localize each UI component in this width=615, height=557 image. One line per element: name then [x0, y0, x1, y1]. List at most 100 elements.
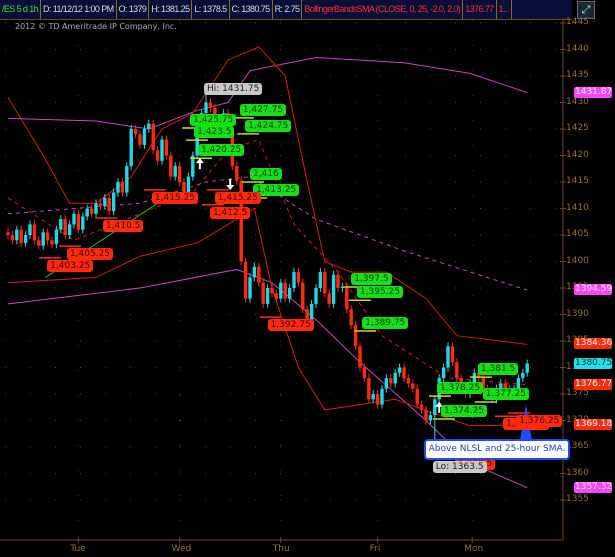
- candle-body: [521, 372, 525, 379]
- axis-value-tag: 1376.77: [574, 378, 613, 390]
- candle-body: [415, 388, 419, 405]
- y-tick-label: 1405: [566, 229, 589, 239]
- y-tick-label: 1425: [566, 123, 589, 133]
- candle-body: [349, 309, 353, 326]
- y-tick-label: 1430: [566, 96, 589, 107]
- candle-body: [129, 129, 133, 167]
- y-tick-label: 1355: [566, 494, 589, 504]
- candle-body: [450, 346, 455, 363]
- price-label: 1,420.25: [198, 144, 245, 157]
- candle-body: [428, 415, 433, 421]
- candle-body: [331, 274, 336, 304]
- y-tick-label: 1435: [566, 70, 589, 80]
- price-label: 1,410.5: [103, 219, 144, 232]
- y-tick-label: 1445: [566, 17, 589, 27]
- candle-body: [296, 272, 301, 283]
- high-label: Hi: 1431.75: [204, 83, 263, 96]
- y-tick-label: 1415: [566, 176, 589, 186]
- candle-body: [155, 150, 160, 161]
- candle-body: [41, 232, 45, 246]
- candle-body: [397, 367, 402, 373]
- candle-body: [287, 288, 292, 299]
- candle-body: [248, 277, 252, 299]
- price-label: 1,378.25: [437, 382, 484, 395]
- candle-body: [160, 139, 164, 161]
- candle-body: [67, 224, 72, 235]
- x-tick-label: Tue: [70, 544, 86, 554]
- y-tick-label: 1420: [566, 149, 589, 160]
- y-tick-label: 1410: [566, 202, 589, 213]
- price-label: 1,374.25: [440, 404, 488, 417]
- candle-body: [314, 288, 318, 304]
- annotation-callout: Above NLSL and 25-hour SMA.: [424, 439, 570, 460]
- price-label: 1,423.5: [194, 126, 235, 139]
- candle-body: [309, 303, 314, 320]
- candle-body: [120, 182, 125, 193]
- price-label: 1,415.25: [214, 191, 261, 204]
- candle-body: [235, 166, 239, 181]
- candle-body: [94, 203, 98, 214]
- candle-body: [433, 399, 437, 416]
- candle-body: [257, 266, 261, 283]
- price-label: 1,425.75: [190, 113, 237, 126]
- candle-body: [446, 346, 450, 368]
- candle-body: [441, 367, 446, 379]
- candle-body: [402, 367, 406, 379]
- candle-body: [81, 216, 85, 230]
- price-chart[interactable]: [0, 0, 615, 557]
- candle-body: [279, 282, 283, 299]
- candle-body: [23, 235, 28, 243]
- price-label: 1,403.25: [47, 259, 94, 272]
- candle-body: [252, 266, 257, 278]
- candle-body: [424, 409, 428, 421]
- arrow-down-icon: [226, 179, 235, 190]
- axis-value-tag: 1431.87: [574, 86, 613, 98]
- axis-value-tag: 1357.32: [574, 481, 613, 493]
- candle-body: [389, 378, 393, 384]
- candle-body: [37, 240, 41, 246]
- candle-body: [10, 235, 15, 241]
- candle-body: [85, 208, 89, 217]
- price-label: 1,405.25: [66, 248, 114, 261]
- candle-body: [147, 123, 151, 129]
- candle-body: [98, 203, 103, 206]
- candle-body: [116, 182, 120, 193]
- price-label: 1,376.25: [516, 415, 563, 428]
- candle-body: [45, 232, 50, 241]
- candle-body: [89, 208, 94, 214]
- x-tick-label: Mon: [464, 544, 484, 554]
- candle-body: [327, 293, 331, 304]
- candle-body: [261, 282, 265, 304]
- price-label: 1,392.75: [267, 319, 314, 332]
- candle-body: [393, 372, 397, 384]
- y-tick-label: 1440: [566, 43, 589, 54]
- candle-body: [164, 139, 169, 156]
- candle-body: [169, 155, 173, 177]
- price-label: 1,415.25: [151, 191, 198, 204]
- candle-body: [59, 219, 63, 230]
- candle-body: [28, 224, 32, 235]
- y-tick-label: 1400: [566, 255, 589, 266]
- price-label: 1,395.25: [356, 286, 403, 299]
- candle-body: [371, 394, 375, 400]
- axis-value-tag: 1369.18: [574, 418, 613, 430]
- candle-body: [125, 166, 129, 193]
- candle-body: [204, 102, 208, 114]
- candle-body: [63, 219, 67, 235]
- axis-value-tag: 1394.59: [574, 284, 613, 296]
- candle-body: [15, 229, 19, 241]
- candle-body: [358, 346, 362, 368]
- price-label: 1,427.75: [239, 103, 286, 116]
- candle-body: [380, 388, 384, 405]
- candle-body: [375, 394, 380, 405]
- candle-body: [301, 282, 305, 310]
- candle-body: [419, 404, 424, 410]
- candle-body: [19, 229, 23, 243]
- candle-body: [362, 367, 367, 379]
- price-label: 1,412.5: [209, 206, 251, 219]
- candle-body: [270, 288, 274, 294]
- candle-body: [292, 272, 296, 288]
- candle-body: [265, 288, 270, 304]
- candle-body: [133, 129, 138, 135]
- candle-body: [367, 378, 371, 400]
